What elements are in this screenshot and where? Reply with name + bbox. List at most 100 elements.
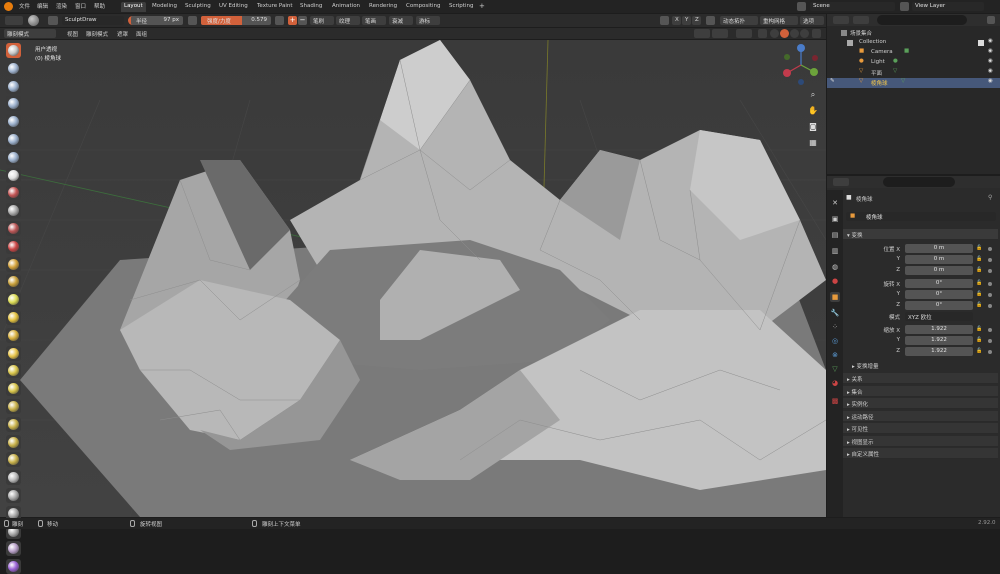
falloff-menu[interactable]: 衰减 — [389, 16, 413, 25]
properties-editor-icon[interactable] — [833, 178, 849, 186]
inflate-tool-icon[interactable] — [6, 149, 21, 165]
outliner-collection[interactable]: Collection ◉ — [827, 38, 1000, 48]
tab-layout[interactable]: Layout — [121, 2, 146, 12]
keyframe-dot-icon[interactable] — [988, 258, 992, 262]
slide-relax-tool-icon[interactable] — [6, 434, 21, 450]
axis-x[interactable]: X — [672, 16, 681, 25]
camera-view-icon[interactable]: ◙ — [806, 120, 820, 134]
eye-icon[interactable]: ◉ — [988, 78, 993, 84]
annotate-tool-icon[interactable] — [6, 559, 21, 574]
physics-tab-icon[interactable]: ◎ — [830, 336, 840, 346]
lock-icon[interactable]: 🔓 — [976, 256, 984, 264]
filter-icon[interactable] — [987, 16, 995, 24]
view-layer-field[interactable]: View Layer — [912, 2, 984, 11]
shading-material-icon[interactable] — [790, 29, 799, 38]
menu-file[interactable]: 文件 — [19, 2, 30, 10]
boundary-tool-icon[interactable] — [6, 452, 21, 468]
eye-icon[interactable]: ◉ — [988, 58, 993, 64]
flatten-tool-icon[interactable] — [6, 221, 21, 236]
blob-tool-icon[interactable] — [6, 167, 21, 183]
display-mode-icon[interactable] — [853, 16, 869, 24]
tab-animation[interactable]: Animation — [329, 2, 363, 12]
outliner-item-camera[interactable]: ■ Camera ■ ◉ — [827, 48, 1000, 58]
menu-view[interactable]: 视图 — [67, 30, 78, 38]
keyframe-dot-icon[interactable] — [988, 282, 992, 286]
keyframe-dot-icon[interactable] — [988, 328, 992, 332]
tool-tab-icon[interactable]: ✕ — [830, 198, 840, 208]
pressure-icon[interactable] — [275, 16, 284, 25]
outliner-editor-icon[interactable] — [833, 16, 849, 24]
checkbox-icon[interactable] — [978, 40, 984, 46]
tab-compositing[interactable]: Compositing — [403, 2, 443, 12]
lock-icon[interactable]: 🔓 — [976, 337, 984, 345]
stroke-menu[interactable]: 笔画 — [362, 16, 386, 25]
shading-options-icon[interactable] — [812, 29, 821, 38]
keyframe-dot-icon[interactable] — [988, 269, 992, 273]
tab-modeling[interactable]: Modeling — [149, 2, 180, 12]
clay-strips-tool-icon[interactable] — [6, 96, 21, 112]
symmetry-icon[interactable] — [660, 16, 669, 25]
object-tab-icon[interactable]: ■ — [830, 292, 840, 302]
shading-render-icon[interactable] — [800, 29, 809, 38]
lock-icon[interactable] — [706, 16, 715, 25]
lock-icon[interactable]: 🔓 — [976, 326, 984, 334]
clay-tool-icon[interactable] — [6, 78, 21, 94]
scrape-tool-icon[interactable] — [6, 256, 21, 272]
blender-logo-icon[interactable] — [4, 2, 13, 11]
section-2[interactable]: ▸ 实例化 — [843, 398, 998, 409]
simplify-tool-icon[interactable] — [6, 488, 21, 503]
shading-wire-icon[interactable] — [770, 29, 779, 38]
eye-icon[interactable]: ◉ — [988, 48, 993, 54]
smooth-tool-icon[interactable] — [6, 203, 21, 219]
section-6[interactable]: ▸ 自定义属性 — [843, 448, 998, 459]
visibility-icon[interactable] — [694, 29, 710, 38]
rotation-y-field[interactable]: 0° — [905, 290, 973, 299]
keyframe-dot-icon[interactable] — [988, 247, 992, 251]
cloth-tool-icon[interactable] — [6, 470, 21, 486]
output-tab-icon[interactable]: ▤ — [830, 230, 840, 240]
xray-icon[interactable] — [758, 29, 767, 38]
material-tab-icon[interactable]: ◕ — [830, 378, 840, 388]
draw-sharp-tool-icon[interactable] — [6, 60, 21, 76]
lock-icon[interactable]: 🔓 — [976, 245, 984, 253]
mode-dropdown[interactable]: 雕刻模式 — [4, 29, 56, 38]
brush-browse-icon[interactable] — [48, 16, 58, 25]
lock-icon[interactable]: 🔓 — [976, 302, 984, 310]
grid-view-icon[interactable]: ▦ — [806, 136, 820, 150]
section-1[interactable]: ▸ 集合 — [843, 385, 998, 397]
constraints-tab-icon[interactable]: ⊗ — [830, 350, 840, 360]
texture-tab-icon[interactable]: ▩ — [830, 396, 840, 406]
pinch-tool-icon[interactable] — [6, 292, 21, 308]
section-0[interactable]: ▸ 关系 — [843, 373, 998, 384]
brush-menu[interactable]: 笔刷 — [310, 16, 334, 25]
location-z-field[interactable]: 0 m — [905, 266, 973, 275]
subtract-direction-button[interactable]: − — [298, 16, 307, 25]
outliner-item-sphere[interactable]: ✎ ▽ 棱角球 ▽ ◉ — [827, 78, 1000, 88]
strength-field[interactable]: 强度/力度 0.579 — [201, 16, 271, 25]
editor-type-button[interactable] — [5, 16, 23, 25]
cursor-menu[interactable]: 游标 — [416, 16, 440, 25]
menu-edit[interactable]: 编辑 — [37, 2, 48, 10]
add-workspace-button[interactable]: + — [479, 2, 487, 11]
axis-y[interactable]: Y — [682, 16, 691, 25]
render-tab-icon[interactable]: ▣ — [830, 214, 840, 224]
data-tab-icon[interactable]: ▽ — [830, 364, 840, 374]
menu-help[interactable]: 帮助 — [94, 2, 105, 10]
fill-tool-icon[interactable] — [6, 238, 21, 254]
snake-hook-tool-icon[interactable] — [6, 345, 21, 361]
sculpt-mesh[interactable] — [0, 40, 826, 517]
tab-texture-paint[interactable]: Texture Paint — [254, 2, 296, 12]
multiplane-scrape-tool-icon[interactable] — [6, 274, 21, 290]
object-name-row[interactable]: ■ 棱角球 ⚲ — [846, 194, 996, 204]
radius-field[interactable]: 半径 97 px — [131, 16, 183, 25]
menu-render[interactable]: 渲染 — [56, 2, 67, 10]
draw-tool-icon[interactable] — [6, 43, 21, 58]
tab-shading[interactable]: Shading — [297, 2, 325, 12]
tab-rendering[interactable]: Rendering — [366, 2, 400, 12]
elastic-deform-tool-icon[interactable] — [6, 327, 21, 343]
shading-solid-icon[interactable] — [780, 29, 789, 38]
scale-x-field[interactable]: 1.922 — [905, 325, 973, 334]
lock-icon[interactable]: 🔓 — [976, 348, 984, 356]
scene-icon[interactable] — [797, 2, 806, 11]
scene-tab-icon[interactable]: ◍ — [830, 262, 840, 272]
